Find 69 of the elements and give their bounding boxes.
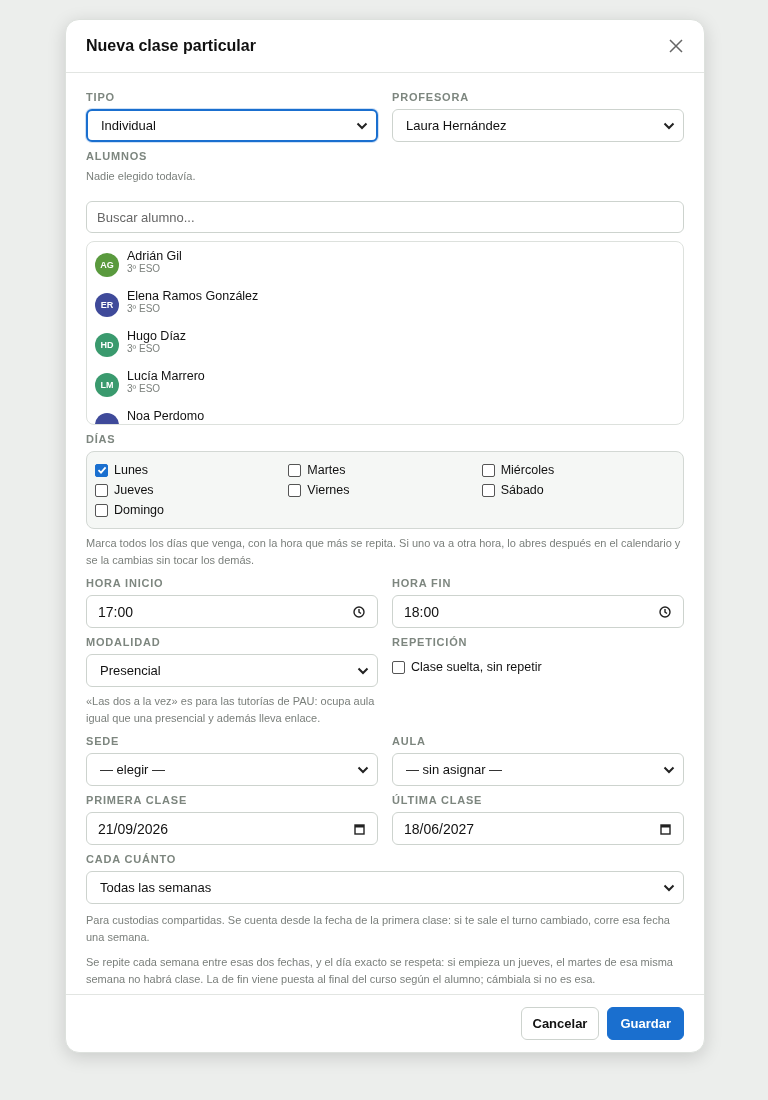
student-name: Noa Perdomo <box>127 409 205 423</box>
field-label: ÚLTIMA CLASE <box>392 794 484 806</box>
student-course: 3º ESO <box>127 383 162 394</box>
day-checkbox[interactable]: Lunes <box>95 463 289 477</box>
student-item[interactable]: ER Elena Ramos González 3º ESO <box>95 289 675 329</box>
hint-text: Marca todos los días que venga, con la hora que más se repita. Si uno va a otra hora, lo abres después en el calendario y se la cambias sin tocar los demás. <box>86 536 682 568</box>
day-checkbox[interactable]: Martes <box>288 463 482 477</box>
calendar-icon <box>354 822 365 835</box>
avatar-icon: AG <box>95 253 119 277</box>
field-label: CADA CUÁNTO <box>86 853 178 865</box>
student-name: Adrián Gil <box>127 249 182 263</box>
student-item[interactable]: Noa Perdomo <box>95 409 675 424</box>
field-label: MODALIDAD <box>86 636 162 648</box>
hint-text: Se repite cada semana entre esas dos fechas, y el día exacto se respeta: si empieza un jueves, el martes de esa misma semana no habrá clase. La de fin viene puesta al final del curso según el alumno; cámbiala si no es esa. <box>86 955 674 987</box>
student-name: Elena Ramos González <box>127 289 259 303</box>
clock-icon <box>659 605 671 618</box>
chevron-icon <box>357 666 369 675</box>
day-checkbox[interactable]: Miércoles <box>481 463 675 477</box>
select-field[interactable]: Presencial <box>86 654 378 687</box>
empty-note: Nadie elegido todavía. <box>86 169 197 184</box>
field-label: TIPO <box>86 91 116 103</box>
chevron-icon <box>357 765 369 774</box>
day-checkbox[interactable]: Jueves <box>95 483 289 497</box>
select-field[interactable]: Todas las semanas <box>86 871 684 904</box>
dialog-title: Nueva clase particular <box>86 37 256 55</box>
field-label: AULA <box>392 735 427 747</box>
field-label: ALUMNOS <box>86 150 149 162</box>
field-label: HORA INICIO <box>86 577 165 589</box>
avatar-icon: LM <box>95 373 119 397</box>
chevron-icon <box>663 765 675 774</box>
hint-text: «Las dos a la vez» es para las tutorías de PAU: ocupa aula igual que una presencial y además lleva enlace. <box>86 694 376 726</box>
field-label: PROFESORA <box>392 91 470 103</box>
repeat-checkbox[interactable]: Clase suelta, sin repetir <box>392 660 684 674</box>
student-course: 3º ESO <box>127 263 162 274</box>
cancel-button[interactable]: Cancelar <box>520 1007 600 1040</box>
select-field[interactable]: — elegir — <box>86 753 378 786</box>
search-field[interactable]: Buscar alumno... <box>86 201 684 233</box>
field-label: PRIMERA CLASE <box>86 794 189 806</box>
close-icon[interactable] <box>668 38 684 54</box>
date-field[interactable]: 18/06/2027 <box>392 812 684 845</box>
day-checkbox[interactable]: Viernes <box>288 483 482 497</box>
field-label: DÍAS <box>86 433 117 445</box>
avatar-icon: HD <box>95 333 119 357</box>
select-field[interactable]: Laura Hernández <box>392 109 684 142</box>
field-label: REPETICIÓN <box>392 636 469 648</box>
day-checkbox[interactable]: Sábado <box>481 483 675 497</box>
student-item[interactable]: LM Lucía Marrero 3º ESO <box>95 369 675 409</box>
student-item[interactable]: AG Adrián Gil 3º ESO <box>95 249 675 289</box>
student-item[interactable]: HD Hugo Díaz 3º ESO <box>95 329 675 369</box>
student-course: 3º ESO <box>127 343 162 354</box>
avatar-icon: ER <box>95 293 119 317</box>
student-name: Lucía Marrero <box>127 369 205 383</box>
clock-icon <box>353 605 365 618</box>
day-checkbox[interactable]: Domingo <box>95 503 289 517</box>
select-field[interactable]: — sin asignar — <box>392 753 684 786</box>
time-field[interactable]: 17:00 <box>86 595 378 628</box>
time-field[interactable]: 18:00 <box>392 595 684 628</box>
date-field[interactable]: 21/09/2026 <box>86 812 378 845</box>
student-course: 3º ESO <box>127 303 162 314</box>
save-button[interactable]: Guardar <box>607 1007 684 1040</box>
calendar-icon <box>660 822 671 835</box>
field-label: HORA FIN <box>392 577 453 589</box>
select-field[interactable]: Individual <box>86 109 378 142</box>
student-name: Hugo Díaz <box>127 329 187 343</box>
chevron-icon <box>663 883 675 892</box>
chevron-icon <box>356 121 368 130</box>
chevron-icon <box>663 121 675 130</box>
hint-text: Para custodias compartidas. Se cuenta desde la fecha de la primera clase: si te sale el turno cambiado, corre esa fecha una semana. <box>86 913 671 945</box>
field-label: SEDE <box>86 735 121 747</box>
